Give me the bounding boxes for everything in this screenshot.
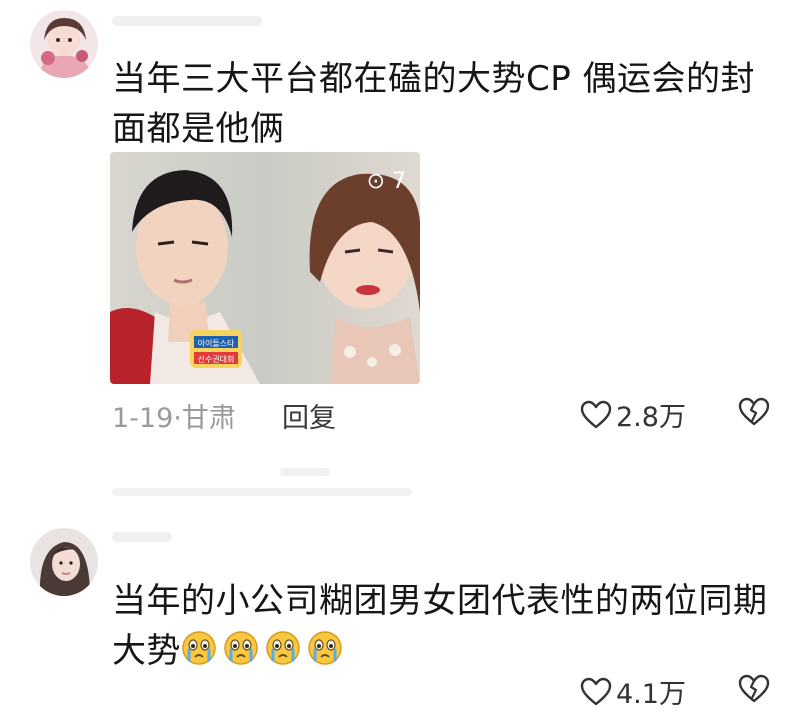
comment-photo[interactable]: 아이돌스타 선수권대회 ⊙ 7	[110, 152, 420, 384]
hidden-divider	[280, 468, 330, 476]
avatar[interactable]	[30, 10, 98, 78]
comment-text: 当年的小公司糊团男女团代表性的两位同期大势	[112, 576, 772, 676]
like-count: 4.1万	[616, 679, 686, 710]
crying-face-icon	[224, 631, 258, 665]
like-button[interactable]: 2.8万	[580, 395, 686, 434]
comment-location: 甘肃	[181, 403, 236, 434]
crying-face-icon	[182, 631, 216, 665]
avatar[interactable]	[30, 528, 98, 596]
hidden-divider	[112, 488, 412, 496]
comment-meta: 1-19·甘肃	[112, 396, 236, 435]
comment-item: 当年三大平台都在磕的大势CP 偶运会的封面都是他俩 아이돌스타 선수권대회 ⊙ …	[0, 0, 800, 496]
heart-outline-icon	[580, 677, 612, 705]
photo-watermark: ⊙ 7	[367, 169, 406, 194]
like-count: 2.8万	[616, 402, 686, 433]
username-hidden	[112, 532, 172, 542]
crying-face-icon	[308, 631, 342, 665]
meta-separator: ·	[173, 403, 182, 434]
badge-line-2: 선수권대회	[198, 354, 235, 364]
comment-item: 当年的小公司糊团男女团代表性的两位同期大势 4.1万	[0, 520, 800, 726]
broken-heart-icon	[738, 674, 770, 703]
broken-heart-icon	[738, 397, 770, 426]
badge-line-1: 아이돌스타	[198, 338, 235, 348]
dislike-button[interactable]	[738, 397, 770, 431]
heart-outline-icon	[580, 400, 612, 428]
comment-date: 1-19	[112, 403, 174, 434]
like-button[interactable]: 4.1万	[580, 672, 686, 711]
dislike-button[interactable]	[738, 674, 770, 708]
username-hidden	[112, 16, 262, 26]
comment-text: 当年三大平台都在磕的大势CP 偶运会的封面都是他俩	[112, 59, 756, 149]
crying-face-icon	[266, 631, 300, 665]
reply-button[interactable]: 回复	[282, 396, 336, 435]
